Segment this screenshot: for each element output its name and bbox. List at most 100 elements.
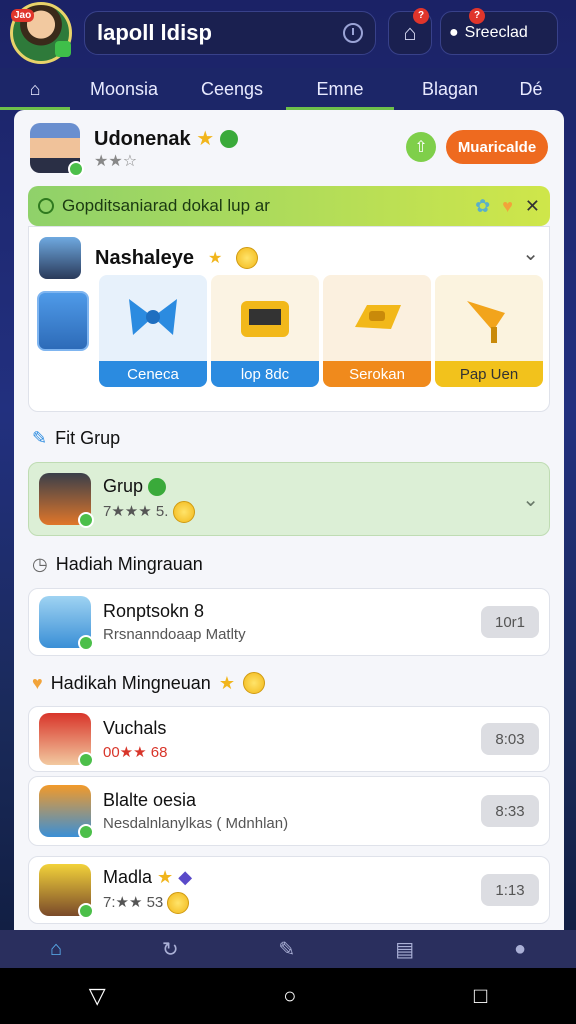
- fit-group-heading: ✎ Fit Grup: [32, 428, 120, 449]
- user-button[interactable]: ● ? Sreeclad: [440, 8, 558, 55]
- avatar-badge: Jao: [11, 9, 35, 22]
- item-thumbnail: [39, 713, 94, 768]
- bottom-navigation: ⌂ ↻ ✎ ▤ ●: [0, 930, 576, 968]
- profile-icon[interactable]: ●: [514, 938, 526, 961]
- recents-icon[interactable]: □: [474, 983, 487, 1009]
- time-badge: 10r1: [481, 606, 539, 638]
- info-banner: Gopditsaniarad dokal lup ar ✿ ♥ ✕: [28, 186, 550, 226]
- treasure-icon: [241, 301, 289, 337]
- item-thumbnail: [39, 596, 94, 651]
- reward-list: Ceneca lop 8dc Serokan Pap Uen: [99, 275, 543, 387]
- weekly-heading-1: ◷ Hadiah Mingrauan: [32, 554, 203, 575]
- coin-icon: [242, 672, 265, 694]
- primary-action-button[interactable]: Muaricalde: [446, 130, 548, 164]
- tab-label: Blagan: [421, 78, 479, 99]
- character-thumbnail[interactable]: [37, 291, 89, 351]
- reward-item[interactable]: lop 8dc: [211, 275, 319, 387]
- profile-name: Udonenak: [94, 127, 191, 150]
- system-navigation: ▽ ○ □: [0, 968, 576, 1024]
- notification-count: ?: [413, 8, 429, 24]
- item-subtitle: Nesdalnlanylkas ( Mdnhlan): [103, 815, 289, 832]
- reward-label: lop 8dc: [211, 361, 319, 387]
- group-item[interactable]: Grup 7★★★ 5. ⌄: [28, 462, 550, 536]
- online-icon: [78, 824, 94, 840]
- user-notification-count: ?: [469, 8, 485, 24]
- home-notification-button[interactable]: ⌂ ?: [388, 8, 432, 55]
- section-title: Hadikah Mingneuan: [50, 672, 211, 693]
- weekly-item[interactable]: Madla ★ ◆ 7:★★ 53 1:13: [28, 856, 550, 924]
- item-title: Blalte oesia: [103, 790, 197, 810]
- tab-home[interactable]: ⌂: [0, 68, 70, 110]
- reward-item[interactable]: Pap Uen: [435, 275, 543, 387]
- item-text: Ronptsokn 8 Rrsnanndoaap Matlty: [103, 601, 481, 643]
- gold-bar-icon: [355, 305, 401, 329]
- upload-button[interactable]: ⇧: [406, 132, 436, 162]
- tab-blagan[interactable]: Blagan: [394, 68, 506, 110]
- home-icon: ⌂: [29, 78, 41, 99]
- weekly-item[interactable]: Ronptsokn 8 Rrsnanndoaap Matlty 10r1: [28, 588, 550, 656]
- leaf-icon[interactable]: ✿: [475, 196, 490, 217]
- online-icon: [78, 635, 94, 651]
- refresh-icon[interactable]: ↻: [162, 937, 179, 962]
- heart-icon[interactable]: ♥: [502, 196, 513, 217]
- item-title-line: Madla ★ ◆: [103, 867, 481, 888]
- pencil-icon: ✎: [32, 428, 48, 448]
- inbox-icon[interactable]: ▤: [395, 937, 414, 962]
- section-title: Hadiah Mingrauan: [55, 554, 203, 574]
- tab-label: Emne: [316, 78, 364, 99]
- tab-label: Dé: [519, 78, 543, 99]
- rewards-panel: Nashaleye ★ ⌄ Ceneca lop 8dc Serokan Pap…: [28, 226, 550, 412]
- group-text: Grup 7★★★ 5.: [103, 476, 522, 523]
- chevron-down-icon[interactable]: ⌄: [522, 241, 539, 266]
- tab-bar: ⌂ Moonsia Ceengs Emne Blagan Dé: [0, 68, 576, 110]
- item-title: Ronptsokn 8: [103, 601, 205, 621]
- badge-icon: [219, 130, 238, 149]
- item-thumbnail: [39, 864, 94, 919]
- item-title: Madla: [103, 866, 153, 887]
- online-icon: [68, 161, 84, 177]
- weekly-item[interactable]: Vuchals 00★★ 68 8:03: [28, 706, 550, 772]
- profile-avatar[interactable]: Jao: [10, 2, 72, 64]
- online-icon: [78, 512, 94, 528]
- online-icon: [78, 752, 94, 768]
- coin-icon: [167, 891, 190, 914]
- gem-icon: ◆: [178, 866, 193, 887]
- weekly-item[interactable]: Blalte oesia Nesdalnlanylkas ( Mdnhlan) …: [28, 776, 550, 846]
- item-text: Madla ★ ◆ 7:★★ 53: [103, 867, 481, 914]
- close-icon[interactable]: ✕: [525, 196, 540, 217]
- item-text: Blalte oesia Nesdalnlanylkas ( Mdnhlan): [103, 790, 481, 832]
- check-icon: [38, 198, 54, 214]
- star-icon: ★: [207, 250, 223, 267]
- time-badge: 8:33: [481, 795, 539, 827]
- home-icon[interactable]: ⌂: [50, 938, 62, 961]
- user-label: Sreeclad: [464, 24, 528, 41]
- reward-item[interactable]: Ceneca: [99, 275, 207, 387]
- horn-icon: [467, 301, 505, 343]
- group-stars: 7★★★ 5.: [103, 502, 169, 520]
- tab-de[interactable]: Dé: [506, 68, 556, 110]
- item-subtitle: Rrsnanndoaap Matlty: [103, 626, 246, 643]
- coin-icon: [172, 500, 195, 523]
- title-pill[interactable]: lapoll ldisp: [84, 11, 376, 55]
- app-title: lapoll ldisp: [97, 20, 212, 45]
- profile-face-avatar[interactable]: [30, 123, 84, 177]
- tab-label: Ceengs: [200, 78, 264, 99]
- tab-moonsia[interactable]: Moonsia: [70, 68, 178, 110]
- time-badge: 1:13: [481, 874, 539, 906]
- star-icon: ★: [218, 672, 235, 693]
- edit-icon[interactable]: ✎: [279, 937, 296, 962]
- reward-label: Pap Uen: [435, 361, 543, 387]
- house-icon: ⌂: [403, 20, 417, 45]
- tab-emne[interactable]: Emne: [286, 68, 394, 110]
- section-title: Fit Grup: [55, 428, 121, 448]
- home-circle-icon[interactable]: ○: [283, 983, 296, 1009]
- back-icon[interactable]: ▽: [89, 983, 106, 1009]
- user-icon: ●: [449, 24, 459, 41]
- banner-text: Gopditsaniarad dokal lup ar: [62, 196, 270, 215]
- time-badge: 8:03: [481, 723, 539, 755]
- tab-ceengs[interactable]: Ceengs: [178, 68, 286, 110]
- chevron-down-icon[interactable]: ⌄: [522, 487, 539, 512]
- reward-item[interactable]: Serokan: [323, 275, 431, 387]
- main-card: Udonenak ★ ★★☆ ⇧ Muaricalde Gopditsaniar…: [14, 110, 564, 930]
- group-name: Grup: [103, 475, 144, 496]
